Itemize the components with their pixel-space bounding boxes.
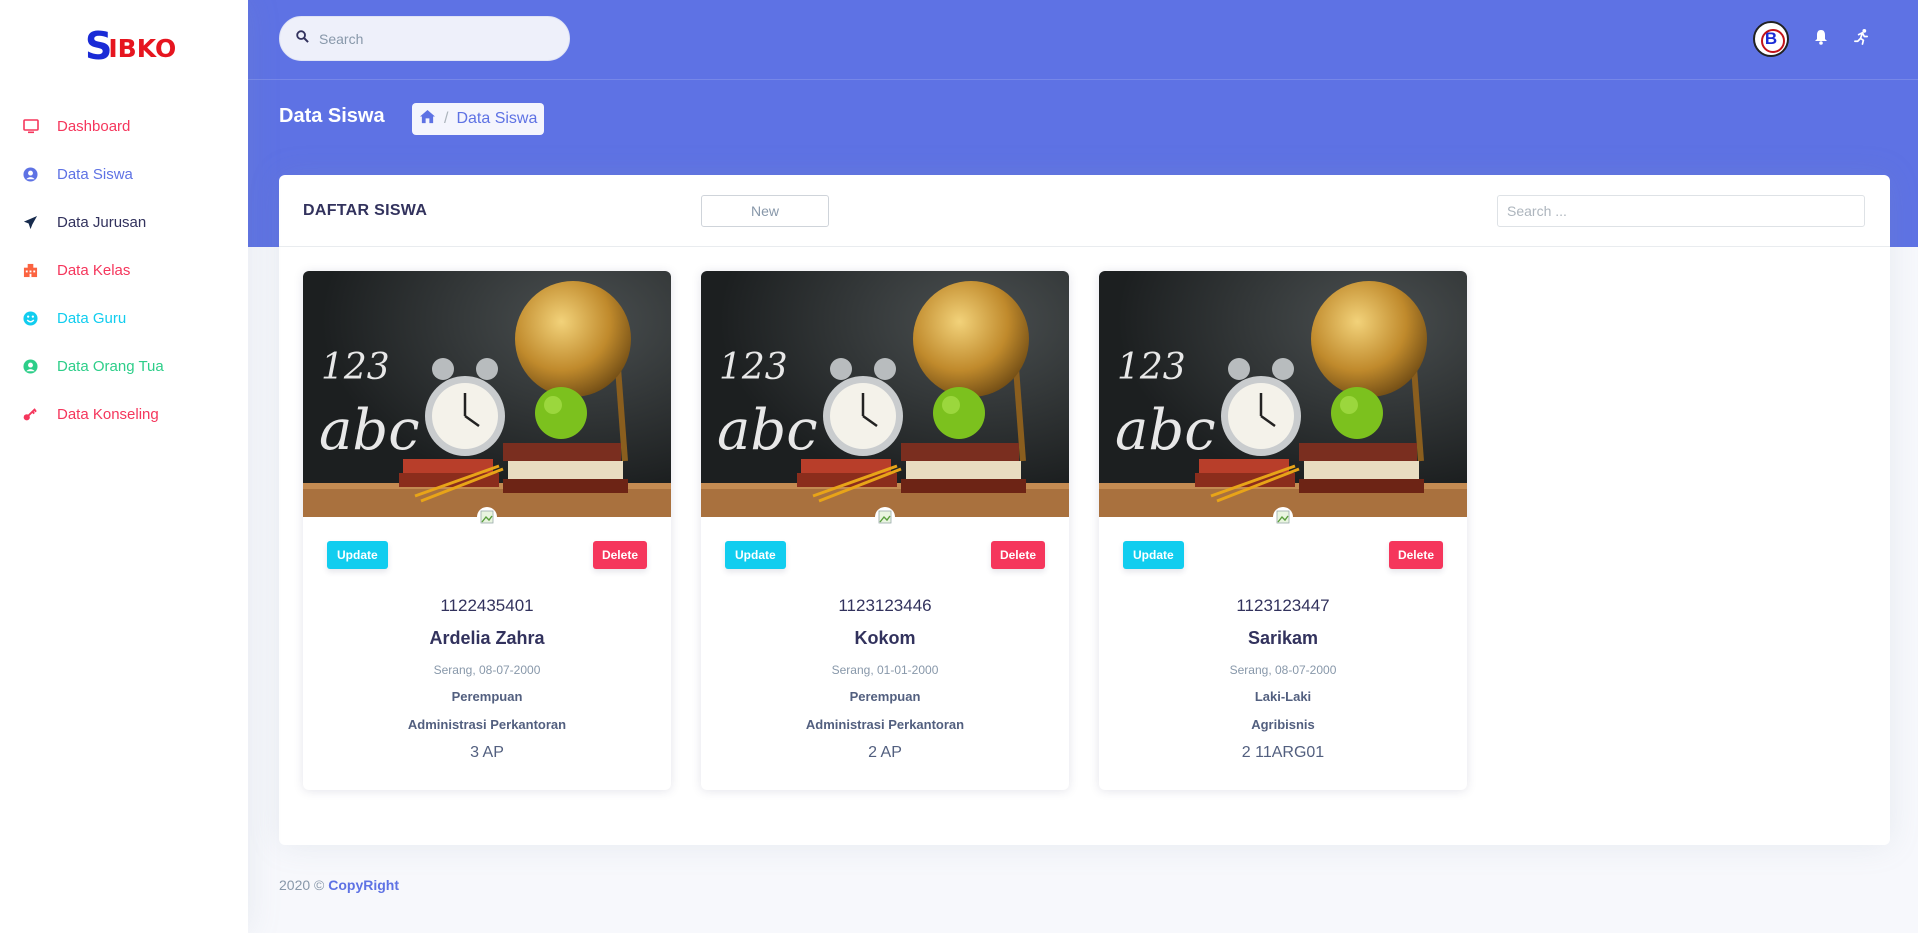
- student-birth: Serang, 08-07-2000: [1229, 663, 1337, 677]
- home-icon[interactable]: [419, 109, 436, 129]
- user-circle-icon: [22, 166, 39, 183]
- student-avatar: [875, 507, 895, 527]
- sidebar-nav: Dashboard Data Siswa Data Jurusan Data K…: [0, 102, 248, 438]
- student-card: 123 abc: [701, 271, 1069, 790]
- avatar[interactable]: B: [1753, 21, 1789, 57]
- student-jurusan: Agribisnis: [1251, 717, 1315, 732]
- sidebar: SIBKO Dashboard Data Siswa Data Jurusan …: [0, 0, 248, 933]
- svg-text:abc: abc: [319, 398, 420, 463]
- student-kelas: 2 AP: [868, 744, 902, 761]
- bell-icon[interactable]: [1814, 29, 1828, 50]
- top-icons: B: [1753, 21, 1870, 57]
- sidebar-item-label: Data Kelas: [57, 261, 131, 279]
- update-button[interactable]: Update: [1123, 541, 1184, 569]
- smile-icon: [22, 310, 39, 327]
- new-button[interactable]: New: [701, 195, 829, 227]
- card-search-input[interactable]: [1497, 195, 1865, 227]
- student-card: 123 abc: [1099, 271, 1467, 790]
- footer-copyright-link[interactable]: CopyRight: [328, 877, 399, 893]
- monitor-icon: [22, 118, 39, 135]
- delete-button[interactable]: Delete: [990, 541, 1045, 569]
- student-birth: Serang, 01-01-2000: [831, 663, 939, 677]
- student-name: Sarikam: [1247, 628, 1319, 648]
- student-nis: 1123123446: [838, 596, 932, 615]
- breadcrumb-separator: /: [444, 110, 449, 127]
- breadcrumb: / Data Siswa: [412, 103, 545, 135]
- footer-text: 2020 ©: [279, 877, 325, 893]
- student-avatar: [1273, 507, 1293, 527]
- student-jurusan: Administrasi Perkantoran: [805, 717, 965, 732]
- student-jurusan: Administrasi Perkantoran: [407, 717, 567, 732]
- svg-text:123: 123: [321, 347, 390, 388]
- student-cover-image: 123 abc: [303, 271, 671, 517]
- sidebar-item-data-guru[interactable]: Data Guru: [0, 294, 248, 342]
- student-cover-image: 123 abc: [701, 271, 1069, 517]
- update-button[interactable]: Update: [327, 541, 388, 569]
- student-cover-image: 123 abc: [1099, 271, 1467, 517]
- sidebar-item-dashboard[interactable]: Dashboard: [0, 102, 248, 150]
- sidebar-item-data-kelas[interactable]: Data Kelas: [0, 246, 248, 294]
- sidebar-item-data-orang-tua[interactable]: Data Orang Tua: [0, 342, 248, 390]
- delete-button[interactable]: Delete: [1388, 541, 1443, 569]
- search-input[interactable]: [319, 30, 539, 47]
- sidebar-item-data-siswa[interactable]: Data Siswa: [0, 150, 248, 198]
- student-list-card: DAFTAR SISWA New 123 abc: [279, 175, 1890, 845]
- delete-button[interactable]: Delete: [592, 541, 647, 569]
- sidebar-item-label: Data Konseling: [57, 405, 159, 423]
- sidebar-item-label: Dashboard: [57, 117, 131, 135]
- search-icon: [296, 29, 309, 48]
- student-card: 123 abc: [303, 271, 671, 790]
- student-kelas: 3 AP: [470, 744, 504, 761]
- breadcrumb-current[interactable]: Data Siswa: [456, 110, 537, 128]
- app-logo[interactable]: SIBKO: [85, 22, 176, 68]
- page-title: Data Siswa: [279, 105, 385, 127]
- svg-text:123: 123: [1117, 347, 1186, 388]
- student-gender: Perempuan: [849, 689, 921, 704]
- svg-text:abc: abc: [1115, 398, 1216, 463]
- footer: 2020 © CopyRight: [279, 877, 399, 893]
- student-name: Kokom: [854, 628, 916, 648]
- student-name: Ardelia Zahra: [429, 628, 545, 648]
- send-icon: [22, 214, 39, 231]
- student-kelas: 2 11ARG01: [1241, 744, 1325, 761]
- top-search[interactable]: [279, 16, 570, 61]
- sidebar-item-label: Data Jurusan: [57, 213, 147, 231]
- update-button[interactable]: Update: [725, 541, 786, 569]
- key-icon: [22, 406, 39, 423]
- student-avatar: [477, 507, 497, 527]
- building-icon: [22, 262, 39, 279]
- card-title: DAFTAR SISWA: [303, 202, 428, 219]
- running-icon[interactable]: [1853, 28, 1870, 50]
- sidebar-item-data-konseling[interactable]: Data Konseling: [0, 390, 248, 438]
- topbar-divider: [248, 79, 1918, 80]
- user-circle-icon: [22, 358, 39, 375]
- svg-text:123: 123: [719, 347, 788, 388]
- student-nis: 1123123447: [1236, 596, 1330, 615]
- student-gender: Perempuan: [451, 689, 523, 704]
- student-gender: Laki-Laki: [1254, 689, 1312, 704]
- sidebar-item-label: Data Guru: [57, 309, 127, 327]
- sidebar-item-data-jurusan[interactable]: Data Jurusan: [0, 198, 248, 246]
- student-birth: Serang, 08-07-2000: [433, 663, 541, 677]
- student-nis: 1122435401: [440, 596, 534, 615]
- card-header: DAFTAR SISWA New: [279, 175, 1890, 247]
- sidebar-item-label: Data Orang Tua: [57, 357, 164, 375]
- svg-text:abc: abc: [717, 398, 818, 463]
- sidebar-item-label: Data Siswa: [57, 165, 133, 183]
